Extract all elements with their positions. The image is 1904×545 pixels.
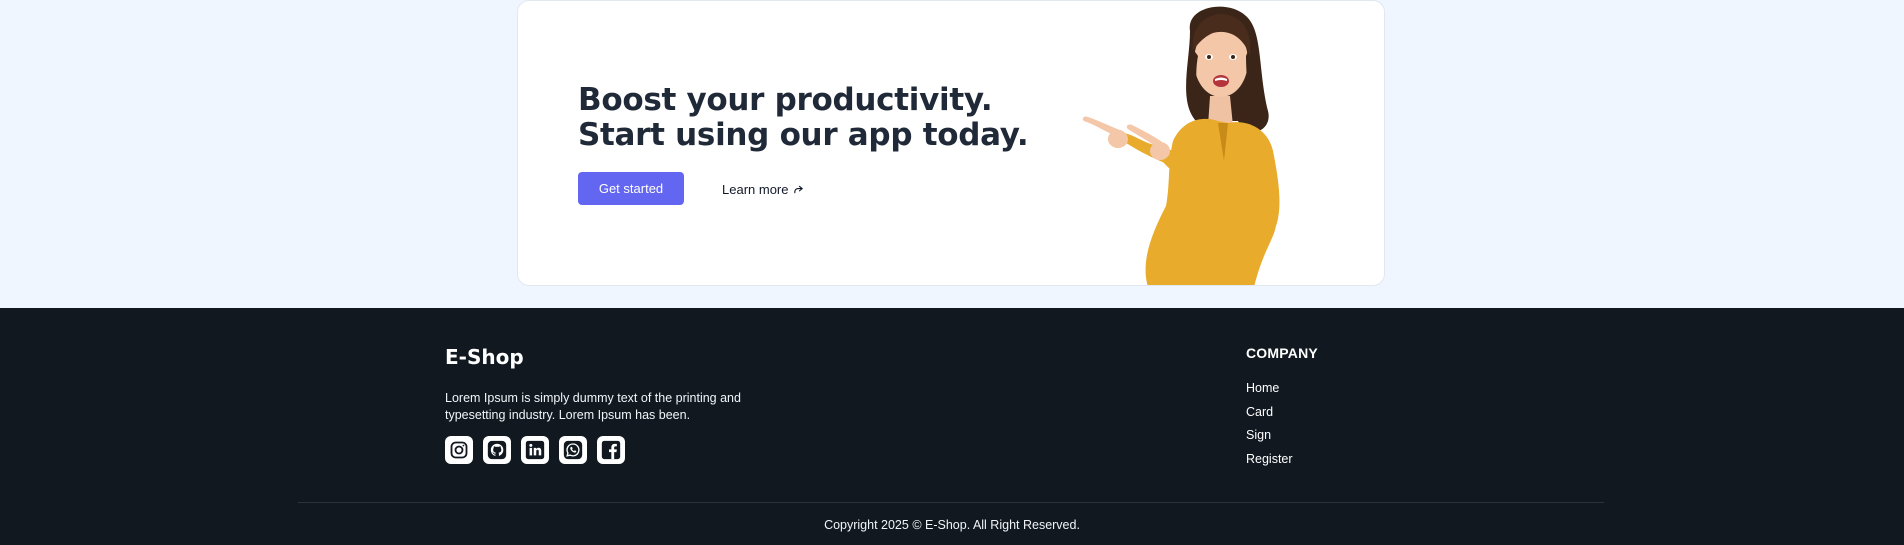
- cta-card: Boost your productivity. Start using our…: [517, 0, 1385, 286]
- footer-divider: [298, 502, 1604, 503]
- github-icon: [487, 440, 507, 460]
- footer-link-home[interactable]: Home: [1246, 380, 1293, 404]
- footer-brand: E-Shop: [445, 345, 524, 369]
- cta-heading-line-1: Boost your productivity.: [578, 82, 993, 118]
- social-links: [445, 436, 625, 464]
- hero-photo: [1082, 6, 1280, 285]
- footer-about-text: Lorem Ipsum is simply dummy text of the …: [445, 391, 741, 422]
- whatsapp-icon: [563, 440, 583, 460]
- copyright-text: Copyright 2025 © E-Shop. All Right Reser…: [824, 518, 1080, 532]
- footer: E-Shop Lorem Ipsum is simply dummy text …: [0, 308, 1904, 545]
- get-started-button[interactable]: Get started: [578, 172, 684, 205]
- footer-link-card[interactable]: Card: [1246, 404, 1293, 428]
- github-link[interactable]: [483, 436, 511, 464]
- learn-more-label: Learn more: [722, 181, 789, 197]
- instagram-link[interactable]: [445, 436, 473, 464]
- company-links: Home Card Sign Register: [1246, 380, 1293, 474]
- facebook-link[interactable]: [597, 436, 625, 464]
- whatsapp-link[interactable]: [559, 436, 587, 464]
- footer-link-sign[interactable]: Sign: [1246, 427, 1293, 451]
- share-arrow-icon: [794, 185, 804, 193]
- instagram-icon: [450, 441, 468, 459]
- cta-heading-line-2: Start using our app today.: [578, 117, 1029, 153]
- company-heading: COMPANY: [1246, 345, 1318, 361]
- learn-more-link[interactable]: Learn more: [722, 179, 804, 199]
- linkedin-icon: [525, 440, 545, 460]
- footer-link-register[interactable]: Register: [1246, 451, 1293, 475]
- facebook-icon: [601, 440, 621, 460]
- cta-section: Boost your productivity. Start using our…: [0, 0, 1904, 308]
- cta-heading: Boost your productivity. Start using our…: [578, 82, 1029, 153]
- linkedin-link[interactable]: [521, 436, 549, 464]
